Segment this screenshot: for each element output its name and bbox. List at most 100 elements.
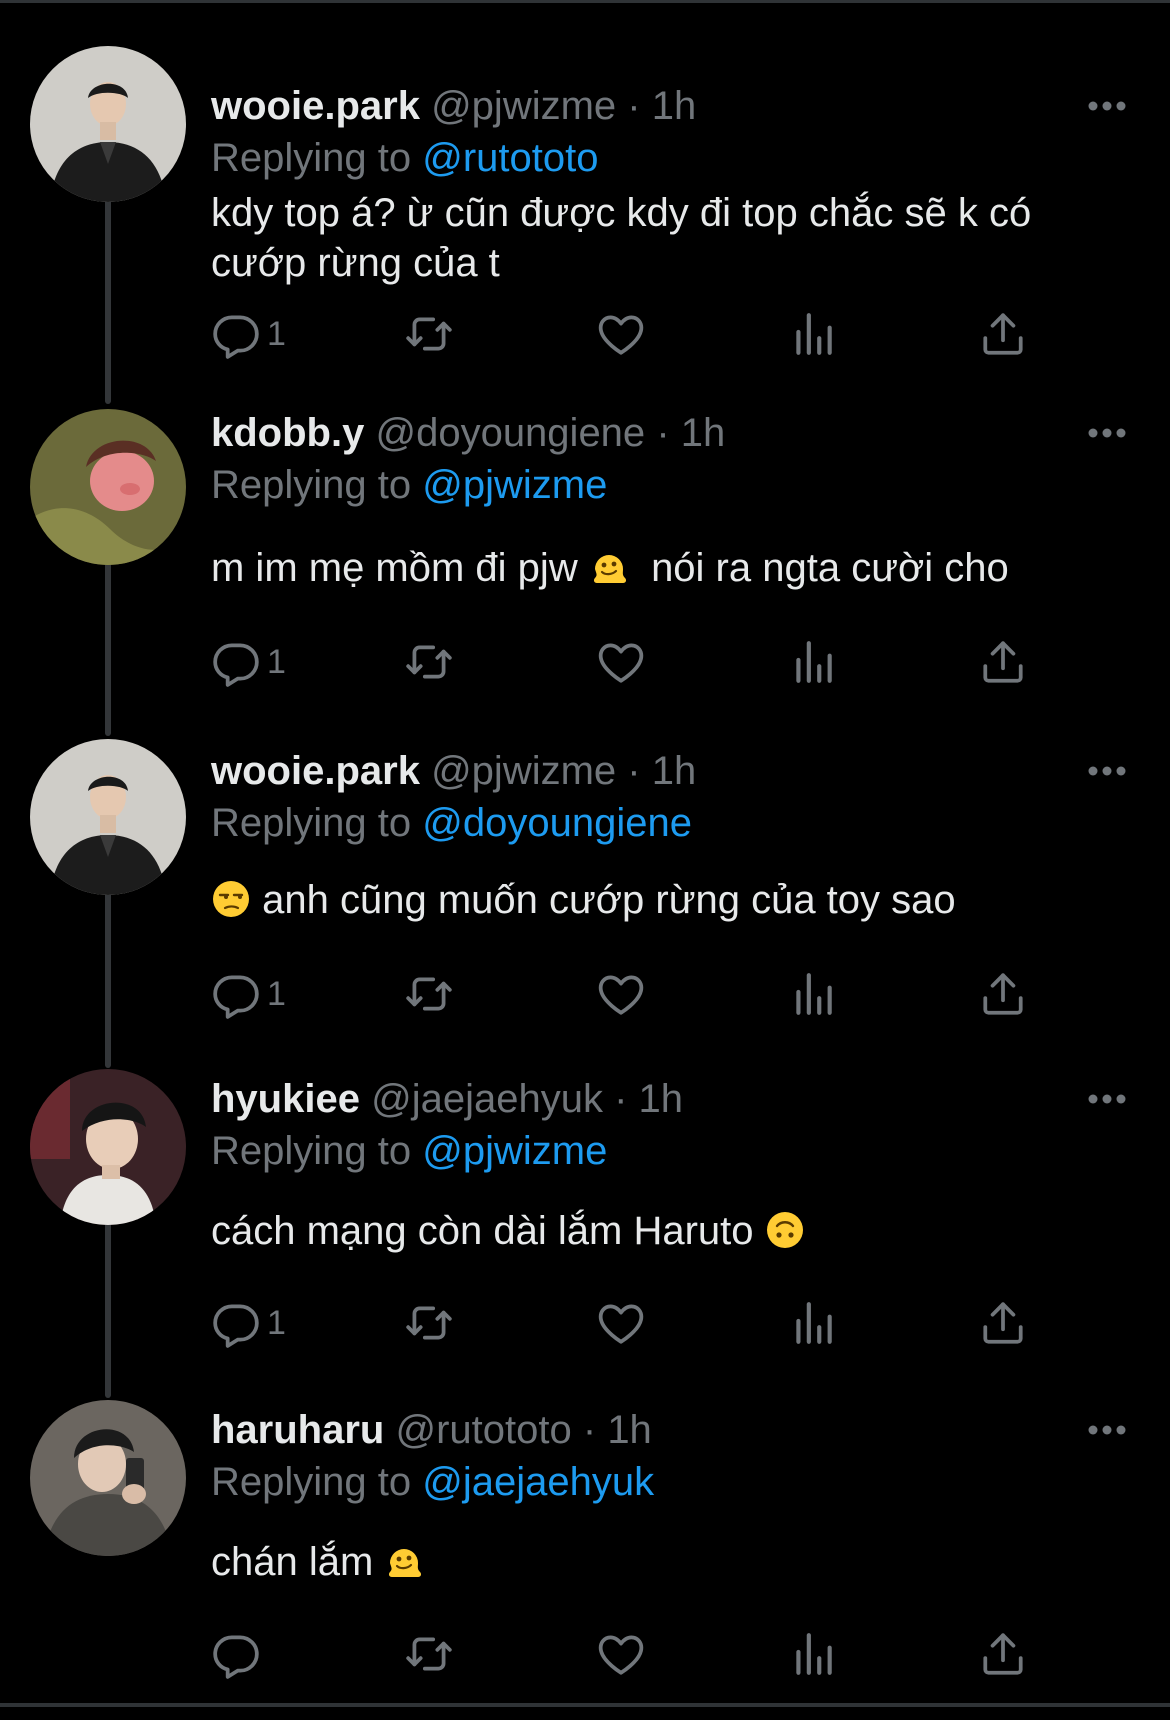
more-icon[interactable] [1086,751,1128,791]
avatar[interactable] [30,46,186,202]
reply-button[interactable]: 1 [211,964,286,1024]
share-button[interactable] [978,964,1028,1024]
display-name[interactable]: kdobb.y [211,411,364,455]
avatar[interactable] [30,409,186,565]
views-icon [788,1629,838,1679]
tweet[interactable]: kdobb.y @doyoungiene · 1h Replying to @p… [0,397,1170,727]
more-icon[interactable] [1086,86,1128,126]
timestamp[interactable]: 1h [652,84,697,128]
timestamp[interactable]: 1h [681,411,726,455]
tweet-actions: 1 [0,1293,1170,1353]
user-handle[interactable]: @jaejaehyuk [371,1077,603,1121]
timestamp[interactable]: 1h [652,749,697,793]
tweet-text-segment: m im mẹ mồm đi pjw [211,546,578,590]
tweet[interactable]: haruharu @rutototo · 1h Replying to @jae… [0,1390,1170,1720]
top-divider [0,0,1170,3]
upside-down-face-emoji [765,1210,805,1250]
tweet-header: kdobb.y @doyoungiene · 1h [211,409,725,457]
unamused-face-emoji [211,879,251,919]
views-button[interactable] [788,1293,838,1353]
retweet-button[interactable] [404,1293,454,1353]
bottom-divider [0,1703,1170,1707]
timestamp[interactable]: 1h [639,1077,684,1121]
mention-link[interactable]: @pjwizme [422,1129,607,1173]
mention-link[interactable]: @jaejaehyuk [422,1460,654,1504]
mention-link[interactable]: @pjwizme [422,463,607,507]
avatar[interactable] [30,739,186,895]
share-icon [978,637,1028,687]
replying-to-label: Replying to [211,1129,412,1173]
like-button[interactable] [596,1293,646,1353]
reply-icon [211,1629,261,1679]
tweet-text-line: cướp rừng của t [211,241,500,285]
tweet-actions: 1 [0,304,1170,364]
share-button[interactable] [978,304,1028,364]
tweet-text-line: kdy top á? ừ cũn được kdy đi top chắc sẽ… [211,191,1032,235]
retweet-button[interactable] [404,964,454,1024]
separator: · [656,411,670,455]
retweet-button[interactable] [404,632,454,692]
retweet-icon [404,969,454,1019]
user-handle[interactable]: @pjwizme [431,749,616,793]
tweet-text: kdy top á? ừ cũn được kdy đi top chắc sẽ… [211,188,1131,288]
avatar[interactable] [30,1069,186,1225]
user-handle[interactable]: @doyoungiene [375,411,645,455]
reply-count: 1 [267,314,286,353]
reply-button[interactable]: 1 [211,632,286,692]
reply-button[interactable] [211,1624,267,1684]
share-icon [978,969,1028,1019]
tweet-text: m im mẹ mồm đi pjw nói ra ngta cười cho [211,543,1131,593]
display-name[interactable]: wooie.park [211,749,420,793]
replying-to: Replying to @rutototo [211,134,599,182]
tweet-text-segment: nói ra ngta cười cho [651,546,1009,590]
tweet-header: wooie.park @pjwizme · 1h [211,82,696,130]
replying-to: Replying to @doyoungiene [211,799,692,847]
share-button[interactable] [978,1293,1028,1353]
reply-icon [211,969,261,1019]
tweet-text-segment: cách mạng còn dài lắm Haruto [211,1209,754,1253]
like-button[interactable] [596,304,646,364]
display-name[interactable]: haruharu [211,1408,384,1452]
display-name[interactable]: wooie.park [211,84,420,128]
share-icon [978,1629,1028,1679]
replying-to-label: Replying to [211,136,412,180]
more-icon[interactable] [1086,1410,1128,1450]
melting-face-emoji [384,1541,424,1581]
more-icon[interactable] [1086,1079,1128,1119]
timestamp[interactable]: 1h [607,1408,652,1452]
tweet[interactable]: hyukiee @jaejaehyuk · 1h Replying to @pj… [0,1059,1170,1389]
display-name[interactable]: hyukiee [211,1077,360,1121]
tweet-actions [0,1624,1170,1684]
share-button[interactable] [978,1624,1028,1684]
reply-button[interactable]: 1 [211,1293,286,1353]
separator: · [614,1077,628,1121]
like-button[interactable] [596,964,646,1024]
more-icon[interactable] [1086,413,1128,453]
separator: · [627,749,641,793]
like-icon [596,637,646,687]
reply-button[interactable]: 1 [211,304,286,364]
replying-to: Replying to @pjwizme [211,1127,607,1175]
views-button[interactable] [788,632,838,692]
tweet-actions: 1 [0,964,1170,1024]
replying-to: Replying to @pjwizme [211,461,607,509]
retweet-button[interactable] [404,1624,454,1684]
tweet[interactable]: wooie.park @pjwizme · 1h Replying to @ru… [0,34,1170,364]
melting-face-emoji [589,547,629,587]
mention-link[interactable]: @doyoungiene [422,801,692,845]
avatar[interactable] [30,1400,186,1556]
share-button[interactable] [978,632,1028,692]
user-handle[interactable]: @pjwizme [431,84,616,128]
tweet-text: anh cũng muốn cướp rừng của toy sao [211,875,1131,925]
mention-link[interactable]: @rutototo [422,136,598,180]
retweet-button[interactable] [404,304,454,364]
tweet-header: hyukiee @jaejaehyuk · 1h [211,1075,683,1123]
views-button[interactable] [788,1624,838,1684]
like-button[interactable] [596,1624,646,1684]
user-handle[interactable]: @rutototo [395,1408,571,1452]
views-icon [788,969,838,1019]
like-button[interactable] [596,632,646,692]
views-button[interactable] [788,964,838,1024]
views-button[interactable] [788,304,838,364]
tweet[interactable]: wooie.park @pjwizme · 1h Replying to @do… [0,727,1170,1057]
